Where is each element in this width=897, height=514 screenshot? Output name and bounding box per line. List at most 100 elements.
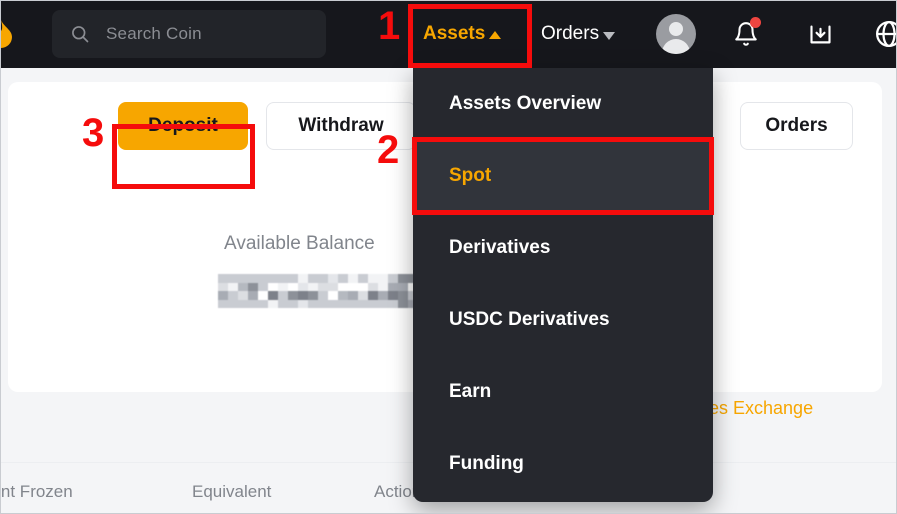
orders-nav-button[interactable]: Orders [541, 8, 616, 60]
mask-pixel [278, 299, 288, 308]
mask-pixel [388, 291, 398, 300]
mask-pixel [248, 274, 258, 283]
mask-pixel [298, 299, 308, 308]
mask-pixel [378, 291, 388, 300]
mask-pixel [268, 291, 278, 300]
orders-button[interactable]: Orders [740, 102, 853, 150]
dropdown-item-label: Earn [449, 381, 492, 402]
mask-pixel [388, 282, 398, 291]
mask-pixel [398, 282, 408, 291]
mask-pixel [328, 291, 338, 300]
download-button[interactable] [800, 14, 840, 54]
column-header-amount-frozen: ount Frozen [0, 482, 73, 501]
mask-pixel [348, 282, 358, 291]
top-header-bar: Search Coin Assets Orders [0, 0, 897, 68]
language-button[interactable] [869, 14, 897, 54]
mask-pixel [308, 291, 318, 300]
mask-pixel [268, 282, 278, 291]
dropdown-item-earn[interactable]: Earn [413, 356, 713, 428]
mask-pixel [268, 274, 278, 283]
mask-pixel [238, 291, 248, 300]
assets-nav-button[interactable]: Assets [417, 8, 507, 60]
mask-pixel [298, 282, 308, 291]
mask-pixel [338, 299, 348, 308]
notification-bell-button[interactable] [726, 14, 766, 54]
mask-pixel [348, 299, 358, 308]
mask-pixel [388, 299, 398, 308]
mask-pixel [328, 299, 338, 308]
mask-pixel [248, 282, 258, 291]
assets-nav-label: Assets [423, 23, 486, 44]
mask-pixel [358, 291, 368, 300]
dropdown-item-spot[interactable]: Spot [413, 140, 713, 212]
mask-pixel [288, 299, 298, 308]
available-balance-value-masked [218, 274, 418, 308]
mask-pixel [228, 291, 238, 300]
globe-language-icon [876, 21, 897, 47]
mask-pixel [228, 274, 238, 283]
avatar-head-shape [669, 22, 683, 36]
mask-pixel [378, 299, 388, 308]
dropdown-item-label: Assets Overview [449, 93, 602, 114]
assets-dropdown-menu: Assets Overview Spot Derivatives USDC De… [413, 68, 713, 502]
dropdown-item-label: Derivatives [449, 237, 551, 258]
mask-pixel [258, 282, 268, 291]
mask-pixel [308, 274, 318, 283]
mask-pixel [388, 274, 398, 283]
caret-down-icon [603, 32, 616, 40]
mask-pixel [288, 282, 298, 291]
mask-pixel [398, 274, 408, 283]
mask-pixel [358, 282, 368, 291]
mask-pixel [238, 274, 248, 283]
dropdown-item-label: Funding [449, 453, 524, 474]
mask-pixel [258, 291, 268, 300]
mask-pixel [318, 282, 328, 291]
search-icon [72, 26, 89, 43]
mask-pixel [218, 274, 228, 283]
mask-pixel [258, 299, 268, 308]
mask-pixel [218, 291, 228, 300]
dropdown-item-derivatives[interactable]: Derivatives [413, 212, 713, 284]
mask-pixel [368, 299, 378, 308]
mask-pixel [348, 274, 358, 283]
mask-pixel [268, 299, 278, 308]
caret-up-icon [489, 31, 502, 39]
mask-pixel [358, 299, 368, 308]
mask-pixel [378, 282, 388, 291]
withdraw-button[interactable]: Withdraw [266, 102, 416, 150]
dropdown-item-usdc-derivatives[interactable]: USDC Derivatives [413, 284, 713, 356]
dropdown-item-funding[interactable]: Funding [413, 428, 713, 500]
mask-pixel [278, 282, 288, 291]
mask-pixel [278, 291, 288, 300]
download-inbox-icon [809, 25, 831, 43]
mask-pixel [338, 282, 348, 291]
mask-pixel [298, 274, 308, 283]
user-avatar-icon[interactable] [656, 14, 696, 54]
deposit-button[interactable]: Deposit [118, 102, 248, 150]
notification-badge-dot [750, 17, 761, 28]
mask-pixel [308, 282, 318, 291]
mask-pixel [238, 299, 248, 308]
mask-pixel [218, 282, 228, 291]
mask-pixel [398, 299, 408, 308]
available-balance-label: Available Balance [224, 233, 375, 254]
search-input[interactable]: Search Coin [52, 10, 326, 58]
dropdown-item-assets-overview[interactable]: Assets Overview [413, 68, 713, 140]
mask-pixel [338, 274, 348, 283]
mask-pixel [218, 299, 228, 308]
mask-pixel [368, 274, 378, 283]
flame-logo-icon[interactable] [0, 20, 14, 48]
mask-pixel [318, 291, 328, 300]
mask-pixel [358, 274, 368, 283]
mask-pixel [228, 299, 238, 308]
mask-pixel [248, 299, 258, 308]
mask-pixel [328, 274, 338, 283]
mask-pixel [238, 282, 248, 291]
mask-pixel [288, 274, 298, 283]
column-header-equivalent: Equivalent [192, 482, 272, 501]
mask-pixel [338, 291, 348, 300]
mask-pixel [278, 274, 288, 283]
action-button-row: Deposit Withdraw [118, 102, 416, 150]
mask-pixel [328, 282, 338, 291]
app-root: Deposit Withdraw Orders Available Balanc… [0, 0, 897, 514]
